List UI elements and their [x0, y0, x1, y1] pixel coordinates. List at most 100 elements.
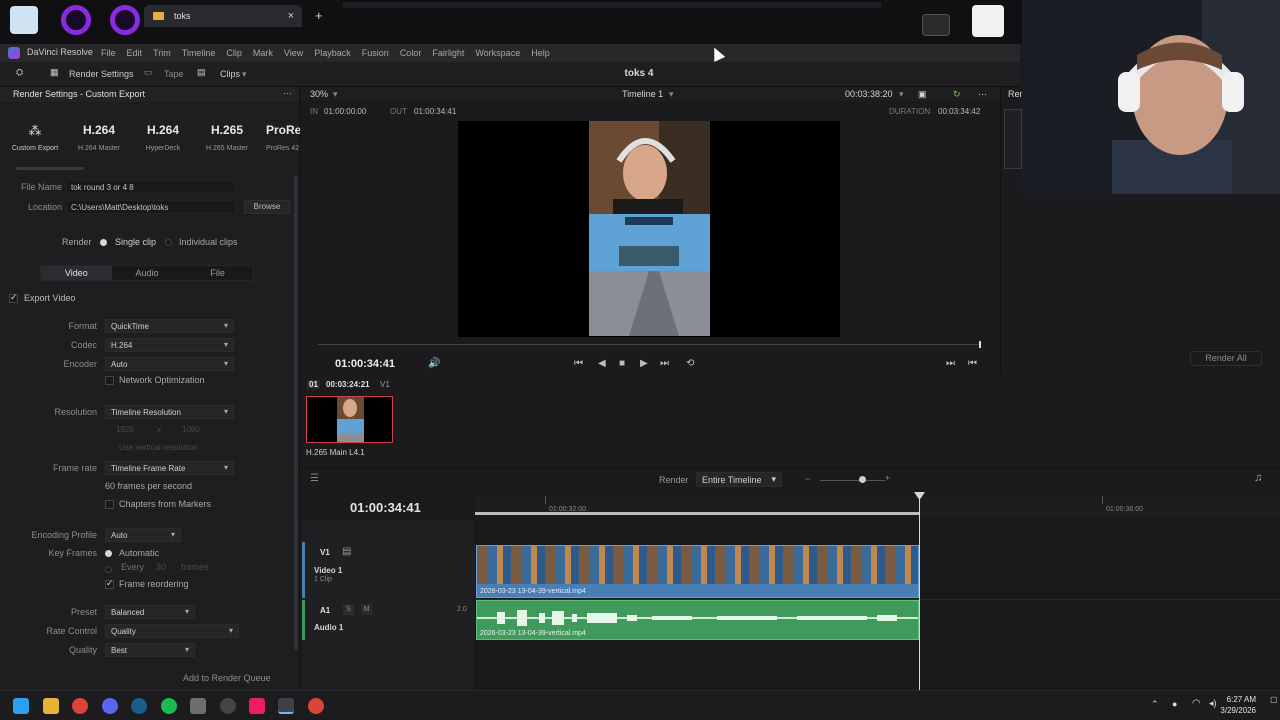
- tab-video[interactable]: Video: [41, 266, 112, 280]
- spotify-icon[interactable]: [161, 698, 177, 714]
- preset-custom-export[interactable]: ⁂ Custom Export: [8, 123, 62, 152]
- zoom-slider[interactable]: [820, 480, 885, 481]
- chevron-down-icon[interactable]: ▾: [333, 89, 338, 100]
- location-input[interactable]: C:\Users\Matt\Desktop\toks: [66, 200, 236, 214]
- format-dropdown[interactable]: QuickTime: [105, 319, 234, 333]
- add-to-render-queue-button[interactable]: Add to Render Queue: [183, 673, 271, 683]
- rate-control-dropdown[interactable]: Quality: [105, 624, 239, 638]
- chrome-icon[interactable]: [72, 698, 88, 714]
- frame-reordering-checkbox[interactable]: [105, 578, 114, 589]
- frame-rate-dropdown[interactable]: Timeline Frame Rate: [105, 461, 234, 475]
- sync-icon[interactable]: ↻: [953, 89, 961, 100]
- browser-tab[interactable]: toks ×: [144, 5, 302, 27]
- davinci-resolve-icon[interactable]: [278, 698, 294, 714]
- film-icon[interactable]: [922, 14, 950, 36]
- preset-hyperdeck[interactable]: H.264 HyperDeck: [140, 123, 186, 152]
- quality-dropdown[interactable]: Best: [105, 643, 195, 657]
- panel-scrollbar[interactable]: [294, 175, 298, 650]
- java-icon[interactable]: [972, 5, 1004, 37]
- play-icon[interactable]: ▶: [640, 358, 648, 369]
- new-tab-button[interactable]: +: [315, 8, 323, 23]
- every-value[interactable]: 30: [156, 562, 166, 572]
- preset-scrollbar[interactable]: [16, 167, 84, 170]
- menu-playback[interactable]: Playback: [314, 48, 351, 58]
- zoom-in-icon[interactable]: +: [885, 473, 890, 483]
- wifi-icon[interactable]: ◠: [1192, 698, 1201, 709]
- individual-clips-radio[interactable]: [165, 239, 172, 246]
- chrome-icon[interactable]: [308, 698, 324, 714]
- microphone-icon[interactable]: ●: [1172, 699, 1177, 709]
- menu-help[interactable]: Help: [531, 48, 550, 58]
- timeline-view-icon[interactable]: ☰: [310, 473, 319, 484]
- timeline-ruler[interactable]: 01:00:32:00 01:00:36:00: [475, 496, 1280, 516]
- menu-clip[interactable]: Clip: [226, 48, 242, 58]
- tab-file[interactable]: File: [182, 266, 253, 280]
- clock[interactable]: 6:27 AM 3/29/2026: [1220, 694, 1256, 716]
- app-shortcut-icon[interactable]: [110, 5, 140, 35]
- preset-dropdown[interactable]: Balanced: [105, 605, 195, 619]
- menu-fairlight[interactable]: Fairlight: [432, 48, 464, 58]
- volume-icon[interactable]: ◂): [1209, 698, 1217, 709]
- timeline-playhead[interactable]: [919, 496, 920, 690]
- encoding-profile-dropdown[interactable]: Auto: [105, 528, 181, 542]
- chevron-down-icon[interactable]: ▾: [899, 89, 904, 100]
- chevron-down-icon[interactable]: ▾: [669, 89, 674, 100]
- menu-timeline[interactable]: Timeline: [182, 48, 216, 58]
- keyframes-every-radio[interactable]: [105, 566, 112, 573]
- go-to-start-icon[interactable]: ⏮: [574, 358, 583, 369]
- render-job-card[interactable]: [1004, 109, 1022, 169]
- clip-thumbnail[interactable]: [306, 396, 393, 443]
- film-icon[interactable]: ▤: [342, 546, 351, 557]
- codec-dropdown[interactable]: H.264: [105, 338, 234, 352]
- track-header-a1[interactable]: A1 S M 2.0 Audio 1: [302, 600, 475, 640]
- app-shortcut-icon[interactable]: [61, 5, 91, 35]
- stop-icon[interactable]: ■: [619, 358, 625, 369]
- tiktok-icon[interactable]: [249, 698, 265, 714]
- keyframes-automatic-radio[interactable]: [105, 550, 112, 557]
- go-to-end-icon[interactable]: ⏭: [660, 358, 669, 369]
- export-video-checkbox[interactable]: [9, 292, 18, 303]
- play-reverse-icon[interactable]: ◀: [598, 358, 606, 369]
- audio-clip[interactable]: 2026-03-23 13-04-39-vertical.mp4: [476, 600, 919, 640]
- audio-meter-icon[interactable]: ♫: [1254, 472, 1262, 484]
- zoom-out-icon[interactable]: −: [805, 474, 810, 484]
- viewer-options-icon[interactable]: ▣: [918, 89, 927, 100]
- close-icon[interactable]: ×: [288, 5, 294, 27]
- mute-button[interactable]: M: [361, 604, 372, 615]
- single-clip-radio[interactable]: [100, 239, 107, 246]
- preset-h264-master[interactable]: H.264 H.264 Master: [76, 123, 122, 152]
- recycle-bin-icon[interactable]: [10, 6, 38, 34]
- file-name-input[interactable]: tok round 3 or 4 8: [66, 180, 236, 194]
- menu-mark[interactable]: Mark: [253, 48, 273, 58]
- volume-icon[interactable]: 🔊: [428, 358, 440, 369]
- obs-icon[interactable]: [220, 698, 236, 714]
- menu-trim[interactable]: Trim: [153, 48, 171, 58]
- preset-prores[interactable]: ProRe ProRes 42: [266, 123, 300, 152]
- menu-view[interactable]: View: [284, 48, 303, 58]
- steam-icon[interactable]: [131, 698, 147, 714]
- chapters-checkbox[interactable]: [105, 500, 114, 509]
- encoder-dropdown[interactable]: Auto: [105, 357, 234, 371]
- menu-file[interactable]: File: [101, 48, 116, 58]
- render-scope-dropdown[interactable]: Entire Timeline ▾: [696, 472, 782, 487]
- notifications-icon[interactable]: ▢: [1270, 695, 1278, 704]
- more-options-icon[interactable]: ⋯: [978, 89, 987, 100]
- windows-start-icon[interactable]: [13, 698, 29, 714]
- menu-edit[interactable]: Edit: [127, 48, 143, 58]
- zoom-level[interactable]: 30%: [310, 89, 328, 99]
- preset-h265-master[interactable]: H.265 H.265 Master: [204, 123, 250, 152]
- loop-icon[interactable]: ⟲: [686, 358, 694, 369]
- track-header-v1[interactable]: V1 ▤ Video 1 1 Clip: [302, 542, 475, 598]
- render-all-button[interactable]: Render All: [1190, 351, 1262, 366]
- video-viewer[interactable]: [458, 121, 840, 337]
- discord-icon[interactable]: [102, 698, 118, 714]
- zoom-slider-knob[interactable]: [859, 476, 866, 483]
- network-optimization-checkbox[interactable]: [105, 376, 114, 385]
- tab-audio[interactable]: Audio: [112, 266, 183, 280]
- viewer-scrubber[interactable]: [318, 344, 981, 345]
- browse-button[interactable]: Browse: [244, 200, 290, 214]
- resolution-dropdown[interactable]: Timeline Resolution: [105, 405, 234, 419]
- previous-marker-icon[interactable]: ⏮: [968, 358, 977, 369]
- chevron-up-icon[interactable]: ⌃: [1151, 699, 1159, 710]
- menu-color[interactable]: Color: [400, 48, 422, 58]
